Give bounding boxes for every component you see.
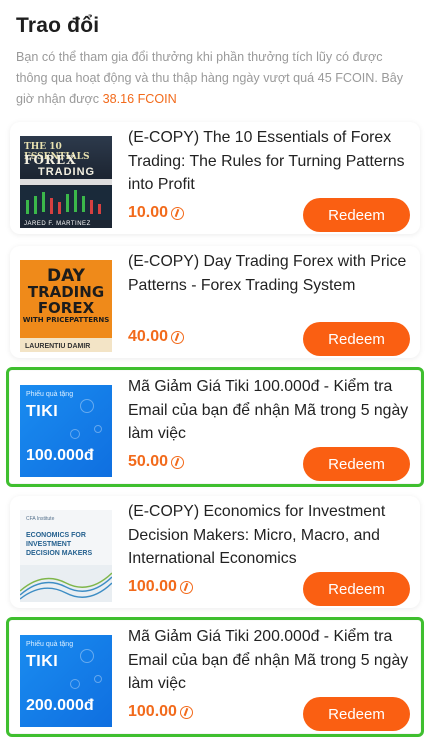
fcoin-icon bbox=[171, 206, 185, 220]
current-fcoin-amount: 38.16 FCOIN bbox=[102, 92, 177, 106]
cover-text: FOREX bbox=[37, 299, 95, 317]
tiki-logo: TIKI bbox=[26, 403, 59, 420]
redeem-button[interactable]: Redeem bbox=[303, 447, 410, 481]
description-text: Bạn có thể tham gia đổi thưởng khi phần … bbox=[16, 50, 404, 106]
fcoin-icon bbox=[179, 580, 193, 594]
cover-publisher: CFA Institute bbox=[26, 516, 55, 522]
reward-name: (E-COPY) The 10 Essentials of Forex Trad… bbox=[128, 129, 405, 193]
price-value: 40.00 bbox=[128, 328, 169, 345]
tiki-logo: TIKI bbox=[26, 653, 59, 670]
price-value: 10.00 bbox=[128, 204, 169, 221]
voucher-image: Phiếu quà tặng TIKI 100.000đ bbox=[20, 385, 112, 477]
price-value: 50.00 bbox=[128, 453, 169, 470]
fcoin-icon bbox=[171, 455, 185, 469]
cover-text: FOREX bbox=[24, 153, 77, 167]
reward-card-highlighted: Phiếu quà tặng TIKI 100.000đ Mã Giảm Giá… bbox=[6, 367, 424, 487]
redeem-button[interactable]: Redeem bbox=[303, 322, 410, 356]
voucher-value: 200.000đ bbox=[26, 697, 94, 714]
cover-text: TRADING bbox=[38, 166, 96, 178]
price-value: 100.00 bbox=[128, 703, 177, 720]
cover-author: LAURENTIU DAMIR bbox=[25, 343, 91, 350]
reward-price: 40.00 bbox=[128, 328, 185, 346]
header: Trao đổi Bạn có thể tham gia đổi thưởng … bbox=[0, 0, 431, 110]
voucher-value: 100.000đ bbox=[26, 447, 94, 464]
reward-card: THE 10 ESSENTIALS FOREX TRADING JARED F.… bbox=[10, 122, 420, 234]
reward-price: 10.00 bbox=[128, 204, 185, 222]
redeem-button[interactable]: Redeem bbox=[303, 198, 410, 232]
voucher-image: Phiếu quà tặng TIKI 200.000đ bbox=[20, 635, 112, 727]
chart-graphic bbox=[20, 186, 112, 220]
book-cover-image: DAY TRADING FOREX WITH PRICEPATTERNS LAU… bbox=[20, 260, 112, 352]
redeem-description: Bạn có thể tham gia đổi thưởng khi phần … bbox=[16, 47, 415, 110]
voucher-label: Phiếu quà tặng bbox=[26, 641, 74, 648]
redeem-button[interactable]: Redeem bbox=[303, 697, 410, 731]
reward-name: Mã Giảm Giá Tiki 100.000đ - Kiểm tra Ema… bbox=[128, 378, 409, 442]
reward-card: DAY TRADING FOREX WITH PRICEPATTERNS LAU… bbox=[10, 246, 420, 358]
cover-author: JARED F. MARTINEZ bbox=[24, 221, 91, 227]
redeem-button[interactable]: Redeem bbox=[303, 572, 410, 606]
reward-price: 100.00 bbox=[128, 703, 193, 721]
cover-graphic bbox=[20, 565, 112, 602]
cover-text: DECISION MAKERS bbox=[26, 550, 93, 557]
fcoin-icon bbox=[179, 705, 193, 719]
reward-name: Mã Giảm Giá Tiki 200.000đ - Kiểm tra Ema… bbox=[128, 628, 409, 692]
book-cover-image: CFA Institute ECONOMICS FOR INVESTMENT D… bbox=[20, 510, 112, 602]
reward-name: (E-COPY) Economics for Investment Decisi… bbox=[128, 503, 386, 567]
fcoin-icon bbox=[171, 330, 185, 344]
reward-price: 100.00 bbox=[128, 578, 193, 596]
reward-price: 50.00 bbox=[128, 453, 185, 471]
reward-card-highlighted: Phiếu quà tặng TIKI 200.000đ Mã Giảm Giá… bbox=[6, 617, 424, 737]
cover-text: ECONOMICS FOR bbox=[26, 532, 86, 539]
voucher-label: Phiếu quà tặng bbox=[26, 391, 74, 398]
reward-card: CFA Institute ECONOMICS FOR INVESTMENT D… bbox=[10, 496, 420, 608]
price-value: 100.00 bbox=[128, 578, 177, 595]
page-title: Trao đổi bbox=[16, 14, 100, 37]
cover-text: WITH PRICEPATTERNS bbox=[22, 316, 110, 324]
book-cover-image: THE 10 ESSENTIALS FOREX TRADING JARED F.… bbox=[20, 136, 112, 228]
cover-text: INVESTMENT bbox=[26, 541, 72, 548]
reward-name: (E-COPY) Day Trading Forex with Price Pa… bbox=[128, 253, 407, 294]
